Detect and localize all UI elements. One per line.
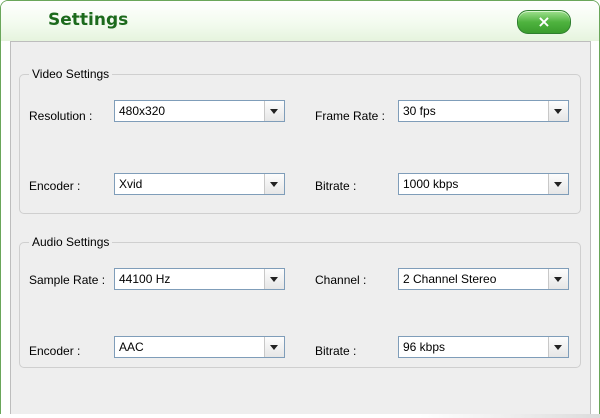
title-bar[interactable]: Settings × xyxy=(1,1,599,41)
chevron-down-icon[interactable] xyxy=(264,337,284,357)
video-encoder-value: Xvid xyxy=(119,177,143,191)
frame-rate-value: 30 fps xyxy=(403,104,436,118)
video-bitrate-label: Bitrate : xyxy=(315,179,357,193)
audio-bitrate-label: Bitrate : xyxy=(315,344,357,358)
channel-select[interactable]: 2 Channel Stereo xyxy=(398,268,569,290)
audio-bitrate-value: 96 kbps xyxy=(403,340,446,354)
close-icon: × xyxy=(537,12,551,31)
video-settings-title: Video Settings xyxy=(29,67,113,81)
chevron-down-icon[interactable] xyxy=(548,337,568,357)
chevron-down-icon[interactable] xyxy=(548,101,568,121)
video-encoder-select[interactable]: Xvid xyxy=(114,173,285,195)
chevron-down-icon[interactable] xyxy=(548,174,568,194)
audio-encoder-value: AAC xyxy=(119,340,144,354)
frame-rate-label: Frame Rate : xyxy=(315,109,386,123)
sample-rate-value: 44100 Hz xyxy=(119,272,171,286)
audio-settings-title: Audio Settings xyxy=(29,235,113,249)
audio-bitrate-select[interactable]: 96 kbps xyxy=(398,336,569,358)
resolution-select[interactable]: 480x320 xyxy=(114,100,285,122)
sample-rate-label: Sample Rate : xyxy=(29,273,106,287)
frame-rate-select[interactable]: 30 fps xyxy=(398,100,569,122)
bottom-edge xyxy=(0,414,600,418)
resolution-label: Resolution : xyxy=(29,109,93,123)
video-bitrate-value: 1000 kbps xyxy=(403,177,459,191)
chevron-down-icon[interactable] xyxy=(264,269,284,289)
chevron-down-icon[interactable] xyxy=(264,174,284,194)
channel-label: Channel : xyxy=(315,273,367,287)
chevron-down-icon[interactable] xyxy=(264,101,284,121)
audio-encoder-select[interactable]: AAC xyxy=(114,336,285,358)
video-encoder-label: Encoder : xyxy=(29,179,81,193)
chevron-down-icon[interactable] xyxy=(548,269,568,289)
settings-panel: Video Settings Resolution : 480x320 Fram… xyxy=(10,41,591,415)
audio-encoder-label: Encoder : xyxy=(29,344,81,358)
settings-window: Settings × Video Settings Resolution : 4… xyxy=(0,0,600,418)
video-bitrate-select[interactable]: 1000 kbps xyxy=(398,173,569,195)
close-button[interactable]: × xyxy=(517,10,571,34)
window-title: Settings xyxy=(48,10,129,30)
resolution-value: 480x320 xyxy=(119,104,166,118)
channel-value: 2 Channel Stereo xyxy=(403,272,497,286)
sample-rate-select[interactable]: 44100 Hz xyxy=(114,268,285,290)
